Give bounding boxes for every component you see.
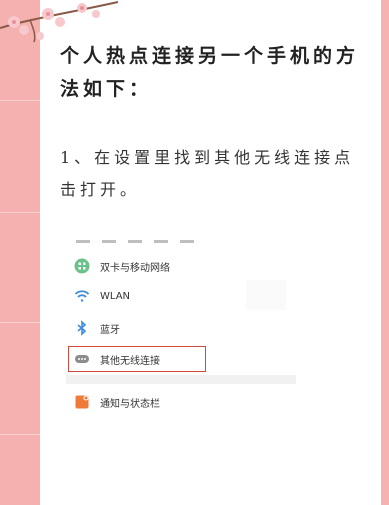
strip-divider	[0, 100, 42, 101]
menu-item-wlan[interactable]: WLAN	[74, 284, 130, 308]
cropped-text-remnant	[76, 240, 246, 246]
blurred-area	[246, 280, 286, 310]
article-heading: 个人热点连接另一个手机的方法如下：	[60, 45, 360, 100]
bluetooth-icon	[74, 320, 90, 336]
sim-network-icon	[74, 258, 90, 274]
left-decor-strip	[0, 0, 42, 505]
menu-item-label: 双卡与移动网络	[100, 262, 170, 274]
step-1-text: 1、在设置里找到其他无线连接点击打开。	[60, 148, 355, 199]
strip-divider	[0, 322, 42, 323]
menu-item-label: 其他无线连接	[100, 355, 160, 367]
menu-item-label: 蓝牙	[100, 324, 120, 336]
settings-screenshot: 双卡与移动网络 WLAN 蓝牙 其他无线连接 通知与状态栏	[66, 240, 306, 420]
strip-divider	[0, 434, 42, 435]
menu-item-label: WLAN	[100, 290, 131, 302]
menu-item-other-wireless[interactable]: 其他无线连接	[74, 347, 160, 371]
more-connections-icon	[74, 351, 90, 367]
blossom-branch-icon	[0, 1, 119, 43]
strip-divider	[0, 212, 42, 213]
menu-item-notifications[interactable]: 通知与状态栏	[74, 390, 160, 414]
notification-icon	[74, 394, 90, 410]
menu-item-bluetooth[interactable]: 蓝牙	[74, 316, 120, 340]
menu-item-label: 通知与状态栏	[100, 398, 160, 410]
right-decor-strip	[381, 0, 389, 505]
wifi-icon	[74, 288, 90, 304]
menu-item-dual-sim[interactable]: 双卡与移动网络	[74, 254, 170, 278]
divider-shade	[66, 375, 296, 384]
